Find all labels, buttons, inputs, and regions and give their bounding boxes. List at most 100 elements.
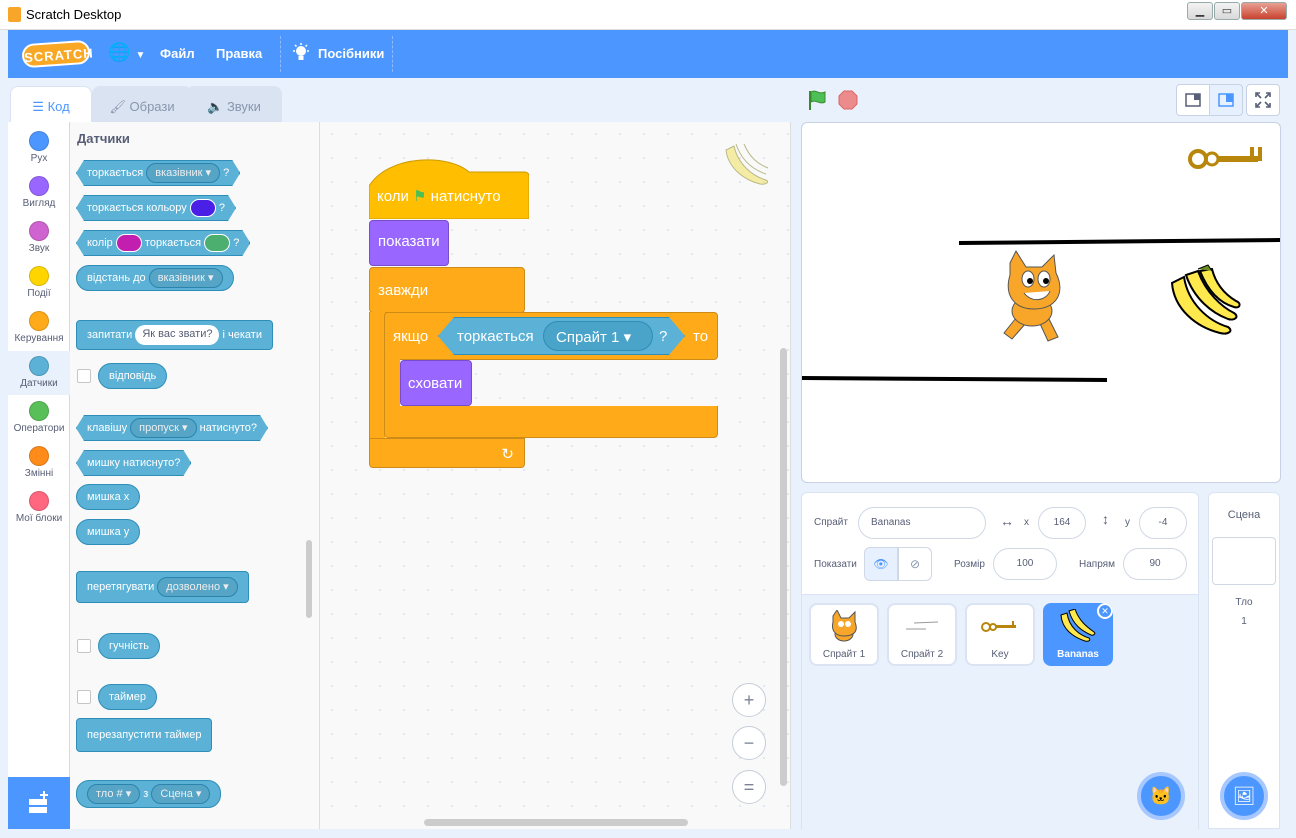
block-mouse-x[interactable]: мишка х xyxy=(76,484,141,510)
minimize-button[interactable]: ▁ xyxy=(1187,2,1213,20)
horizontal-arrows-icon: ↔ xyxy=(1000,513,1014,529)
tutorials-menu[interactable]: Посібники xyxy=(318,46,384,61)
close-window-button[interactable]: ✕ xyxy=(1241,2,1287,20)
of-target-dropdown[interactable]: Сцена ▾ xyxy=(151,784,211,805)
backdrop-property-dropdown[interactable]: тло # ▾ xyxy=(87,784,141,805)
delete-sprite-icon[interactable]: ✕ xyxy=(1097,603,1113,619)
block-set-drag-mode[interactable]: перетягувати дозволено ▾ xyxy=(76,571,249,603)
block-touching[interactable]: торкається вказівник ▾ ? xyxy=(76,160,240,186)
zoom-reset-button[interactable]: = xyxy=(732,770,766,804)
direction-input[interactable]: 90 xyxy=(1123,548,1187,580)
stop-icon[interactable] xyxy=(838,90,858,110)
sprite-thumbnail[interactable]: Спрайт 1 xyxy=(809,603,879,666)
color-swatch[interactable] xyxy=(190,199,216,217)
timer-checkbox[interactable] xyxy=(77,690,91,704)
choose-sprite-button[interactable]: 🐱 xyxy=(1137,772,1185,820)
tab-code[interactable]: ☰ Код xyxy=(10,86,92,122)
block-distance-to[interactable]: відстань до вказівник ▾ xyxy=(76,265,234,291)
block-touching-sprite[interactable]: торкається Спрайт 1 ▾ ? xyxy=(438,317,685,355)
block-of[interactable]: тло # ▾ з Сцена ▾ xyxy=(76,780,222,808)
key-sprite[interactable] xyxy=(1188,147,1262,169)
block-answer[interactable]: відповідь xyxy=(98,363,168,389)
script-horizontal-scrollbar[interactable] xyxy=(424,819,688,826)
category-events[interactable]: Події xyxy=(8,261,70,305)
palette-scrollbar[interactable] xyxy=(306,540,312,618)
large-stage-button[interactable] xyxy=(1209,84,1243,116)
sprite-dropdown[interactable]: Спрайт 1 ▾ xyxy=(543,321,653,351)
block-timer[interactable]: таймер xyxy=(98,684,157,710)
language-globe-icon[interactable]: 🌐 ▼ xyxy=(108,42,145,63)
eye-icon: 👁 xyxy=(873,557,889,571)
x-input[interactable]: 164 xyxy=(1038,507,1086,539)
edit-menu[interactable]: Правка xyxy=(216,46,262,61)
block-loudness[interactable]: гучність xyxy=(98,633,161,659)
block-mouse-down[interactable]: мишку натиснуто? xyxy=(76,450,191,476)
color-swatch[interactable] xyxy=(204,234,230,252)
block-touching-color[interactable]: торкається кольору ? xyxy=(76,195,236,221)
sprite-thumbnail-selected[interactable]: Bananas ✕ xyxy=(1043,603,1113,666)
tab-sounds[interactable]: 🔈 Звуки xyxy=(186,86,282,122)
sprite-name-input[interactable]: Bananas xyxy=(858,507,986,539)
show-sprite-button[interactable]: 👁 xyxy=(864,547,898,581)
block-color-touching[interactable]: колір торкається ? xyxy=(76,230,250,256)
category-sound[interactable]: Звук xyxy=(8,216,70,260)
category-looks[interactable]: Вигляд xyxy=(8,171,70,215)
brush-icon: 🖌 xyxy=(109,99,126,114)
touching-dropdown[interactable]: вказівник ▾ xyxy=(146,163,220,183)
script-area[interactable]: коли ⚑ натиснуто показати завжди ↻ якщо … xyxy=(320,122,791,829)
backdrop-thumbnail[interactable] xyxy=(1212,537,1276,585)
stage[interactable] xyxy=(801,122,1281,483)
block-hide[interactable]: сховати xyxy=(400,360,472,406)
zoom-in-button[interactable]: + xyxy=(732,683,766,717)
drag-dropdown[interactable]: дозволено ▾ xyxy=(157,577,238,598)
backdrop-label: Тло xyxy=(1235,597,1253,608)
choose-backdrop-button[interactable]: 🖼 xyxy=(1220,772,1268,820)
distance-dropdown[interactable]: вказівник ▾ xyxy=(148,268,223,289)
stage-line-top xyxy=(958,238,1280,245)
fullscreen-button[interactable] xyxy=(1246,84,1280,116)
maximize-button[interactable]: ▭ xyxy=(1214,2,1240,20)
menu-divider xyxy=(392,36,393,72)
sprite-watermark-bananas-icon xyxy=(722,140,774,193)
key-dropdown[interactable]: пропуск ▾ xyxy=(130,418,196,438)
hide-sprite-button[interactable]: ⊘ xyxy=(898,547,932,581)
category-operators[interactable]: Оператори xyxy=(8,396,70,440)
script-vertical-scrollbar[interactable] xyxy=(780,348,787,786)
cat-thumbnail-icon xyxy=(832,609,857,642)
color-swatch[interactable] xyxy=(116,234,142,252)
y-input[interactable]: -4 xyxy=(1139,507,1187,539)
block-reset-timer[interactable]: перезапустити таймер xyxy=(76,718,213,752)
cat-sprite[interactable] xyxy=(1003,249,1061,342)
category-control[interactable]: Керування xyxy=(8,306,70,350)
green-flag-icon[interactable] xyxy=(806,89,828,111)
block-key-pressed[interactable]: клавішу пропуск ▾ натиснуто? xyxy=(76,415,268,441)
block-show[interactable]: показати xyxy=(369,220,449,266)
answer-checkbox[interactable] xyxy=(77,369,91,383)
bananas-thumbnail-icon xyxy=(1060,608,1096,642)
x-label: x xyxy=(1024,517,1029,528)
sprite-thumbnail[interactable]: Спрайт 2 xyxy=(887,603,957,666)
scratch-logo[interactable]: SCRATCH xyxy=(21,39,94,69)
tab-costumes[interactable]: 🖌 Образи xyxy=(92,86,192,122)
category-dot-icon xyxy=(29,446,49,466)
loudness-checkbox[interactable] xyxy=(77,639,91,653)
file-menu[interactable]: Файл xyxy=(160,46,195,61)
category-my-blocks[interactable]: Мої блоки xyxy=(8,486,70,530)
block-ask-and-wait[interactable]: запитати Як вас звати? і чекати xyxy=(76,320,273,350)
category-motion[interactable]: Рух xyxy=(8,126,70,170)
category-dot-icon xyxy=(29,401,49,421)
category-variables[interactable]: Змінні xyxy=(8,441,70,485)
green-flag-icon: ⚑ xyxy=(413,188,427,205)
category-dot-icon xyxy=(29,311,49,331)
zoom-out-button[interactable]: − xyxy=(732,726,766,760)
category-sensing[interactable]: Датчики xyxy=(8,351,70,395)
add-extension-button[interactable] xyxy=(8,777,70,829)
block-forever[interactable]: завжди xyxy=(369,267,525,313)
block-mouse-y[interactable]: мишка у xyxy=(76,519,141,545)
bananas-sprite[interactable] xyxy=(1170,264,1241,335)
block-when-flag-clicked[interactable]: коли ⚑ натиснуто xyxy=(369,156,529,219)
sprite-thumbnail[interactable]: Key xyxy=(965,603,1035,666)
size-input[interactable]: 100 xyxy=(993,548,1057,580)
small-stage-button[interactable] xyxy=(1176,84,1210,116)
ask-input[interactable]: Як вас звати? xyxy=(135,325,220,346)
